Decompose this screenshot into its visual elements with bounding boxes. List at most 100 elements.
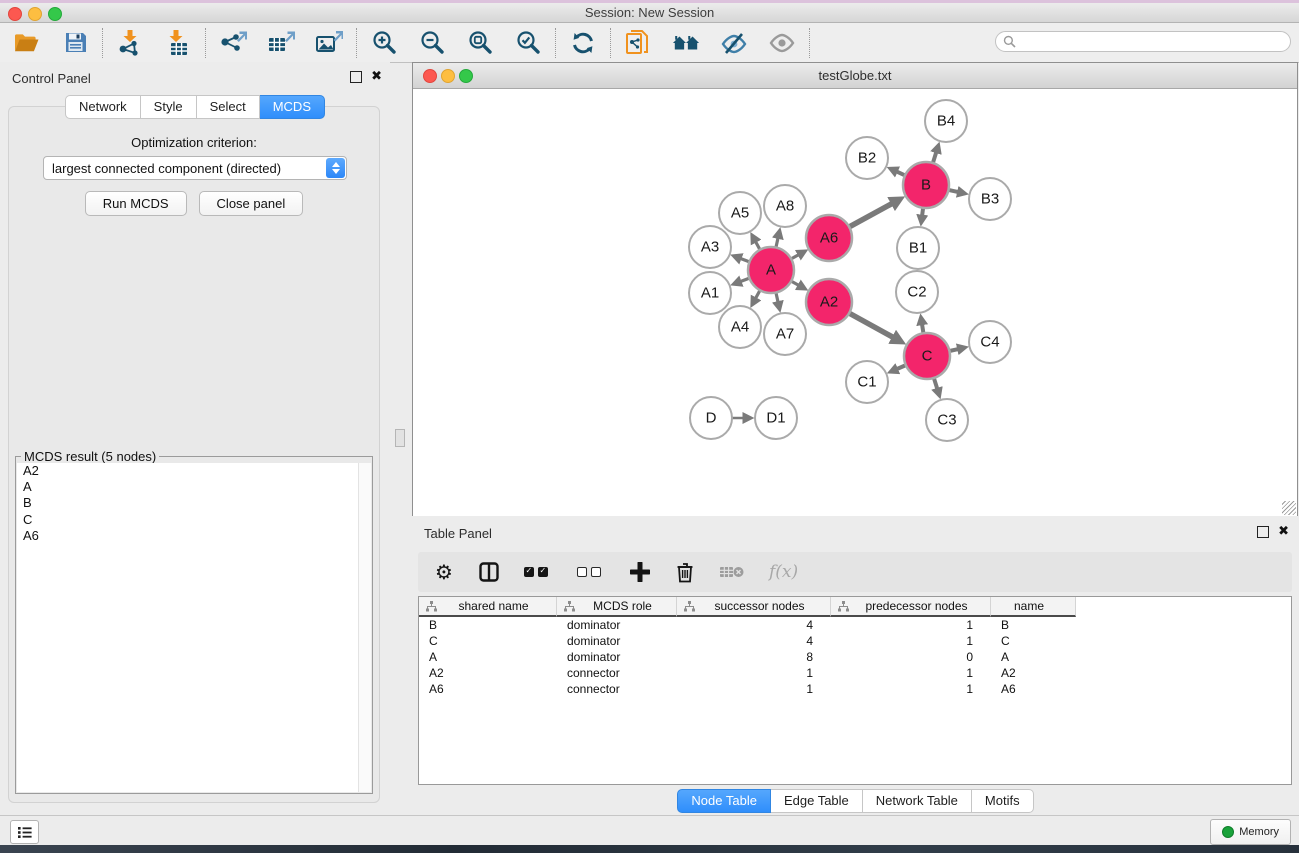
select-all-icon[interactable] [524,561,552,583]
table-cell[interactable]: A2 [991,666,1076,680]
edge-A-A4[interactable] [756,290,760,298]
tab-edge-table[interactable]: Edge Table [771,789,863,813]
minimize-window-button[interactable] [28,7,42,21]
import-table-icon[interactable] [164,29,192,57]
window-resize-grip[interactable] [1282,501,1296,515]
result-item[interactable]: C [17,512,359,528]
table-cell[interactable]: C [419,634,557,648]
splitpane-grip[interactable] [395,429,405,447]
table-row[interactable]: Cdominator41C [419,633,1291,649]
network-minimize-button[interactable] [441,69,455,83]
table-cell[interactable]: A6 [419,682,557,696]
edge-A6-B[interactable] [849,204,892,227]
table-cell[interactable]: A [991,650,1076,664]
edge-B-B3[interactable] [948,190,957,192]
column-header-name[interactable]: name [991,597,1076,617]
table-cell[interactable]: connector [557,682,677,696]
result-item[interactable]: A6 [17,528,359,544]
edge-C-C3[interactable] [934,378,937,389]
refresh-layout-icon[interactable] [569,29,597,57]
close-window-button[interactable] [8,7,22,21]
table-row[interactable]: Bdominator41B [419,617,1291,633]
network-files-icon[interactable] [624,29,652,57]
table-cell[interactable]: 4 [677,618,831,632]
table-cell[interactable]: C [991,634,1076,648]
show-columns-icon[interactable] [479,561,499,583]
tab-motifs[interactable]: Motifs [972,789,1034,813]
table-row[interactable]: Adominator80A [419,649,1291,665]
edge-A2-C[interactable] [849,313,893,337]
dropdown-stepper-icon[interactable] [326,158,345,178]
table-cell[interactable]: A2 [419,666,557,680]
table-cell[interactable]: B [419,618,557,632]
zoom-window-button[interactable] [48,7,62,21]
table-cell[interactable]: A [419,650,557,664]
edge-C-C4[interactable] [949,349,957,351]
table-cell[interactable]: 8 [677,650,831,664]
table-cell[interactable]: B [991,618,1076,632]
edge-A-A1[interactable] [741,278,750,281]
table-cell[interactable]: dominator [557,634,677,648]
export-table-icon[interactable] [267,29,295,57]
edge-A-A7[interactable] [776,292,778,301]
table-row[interactable]: A6connector11A6 [419,681,1291,697]
run-mcds-button[interactable]: Run MCDS [85,191,187,216]
table-cell[interactable]: 4 [677,634,831,648]
edge-C-C1[interactable] [897,365,906,369]
tab-node-table[interactable]: Node Table [677,789,771,813]
column-header-shared-name[interactable]: shared name [419,597,557,617]
float-panel-icon[interactable] [350,71,362,83]
edge-A-A3[interactable] [741,259,750,262]
column-header-successor-nodes[interactable]: successor nodes [677,597,831,617]
function-builder-icon[interactable]: f(x) [769,561,798,583]
table-cell[interactable]: 1 [831,618,991,632]
task-history-button[interactable] [10,820,39,844]
export-network-icon[interactable] [219,29,247,57]
table-cell[interactable]: 1 [677,682,831,696]
home-icon[interactable] [672,29,700,57]
edge-C-C2[interactable] [922,325,923,334]
tab-mcds[interactable]: MCDS [260,95,325,119]
table-float-panel-icon[interactable] [1257,526,1269,538]
zoom-out-icon[interactable] [418,29,446,57]
edge-A-A5[interactable] [756,242,760,250]
table-cell[interactable]: 1 [831,666,991,680]
table-cell[interactable]: 1 [677,666,831,680]
network-close-button[interactable] [423,69,437,83]
table-row[interactable]: A2connector11A2 [419,665,1291,681]
mcds-result-list[interactable]: A2ABCA6 [17,463,359,792]
edge-B-B2[interactable] [897,172,905,176]
delete-table-icon[interactable] [720,561,744,583]
table-cell[interactable]: 1 [831,634,991,648]
result-item[interactable]: A2 [17,463,359,479]
table-cell[interactable]: A6 [991,682,1076,696]
edge-B-B4[interactable] [933,152,936,163]
result-item[interactable]: A [17,479,359,495]
result-item[interactable]: B [17,495,359,511]
close-panel-icon[interactable]: ✖ [371,72,382,82]
result-scrollbar[interactable] [358,463,371,792]
tab-style[interactable]: Style [141,95,197,119]
zoom-selected-icon[interactable] [514,29,542,57]
delete-column-icon[interactable] [675,561,695,583]
deselect-all-icon[interactable] [577,561,605,583]
zoom-in-icon[interactable] [370,29,398,57]
table-cell[interactable]: connector [557,666,677,680]
column-header-MCDS-role[interactable]: MCDS role [557,597,677,617]
search-input[interactable] [1016,33,1290,51]
open-file-icon[interactable] [13,29,41,57]
table-cell[interactable]: dominator [557,618,677,632]
zoom-fit-icon[interactable] [466,29,494,57]
close-panel-button[interactable]: Close panel [199,191,304,216]
table-close-panel-icon[interactable]: ✖ [1278,527,1289,537]
table-cell[interactable]: dominator [557,650,677,664]
add-column-icon[interactable] [630,561,650,583]
node-table[interactable]: shared nameMCDS rolesuccessor nodesprede… [418,596,1292,785]
column-header-predecessor-nodes[interactable]: predecessor nodes [831,597,991,617]
table-settings-icon[interactable]: ⚙ [434,561,454,583]
search-box[interactable] [995,31,1291,52]
table-cell[interactable]: 1 [831,682,991,696]
tab-network-table[interactable]: Network Table [863,789,972,813]
network-zoom-button[interactable] [459,69,473,83]
show-details-icon[interactable] [768,29,796,57]
